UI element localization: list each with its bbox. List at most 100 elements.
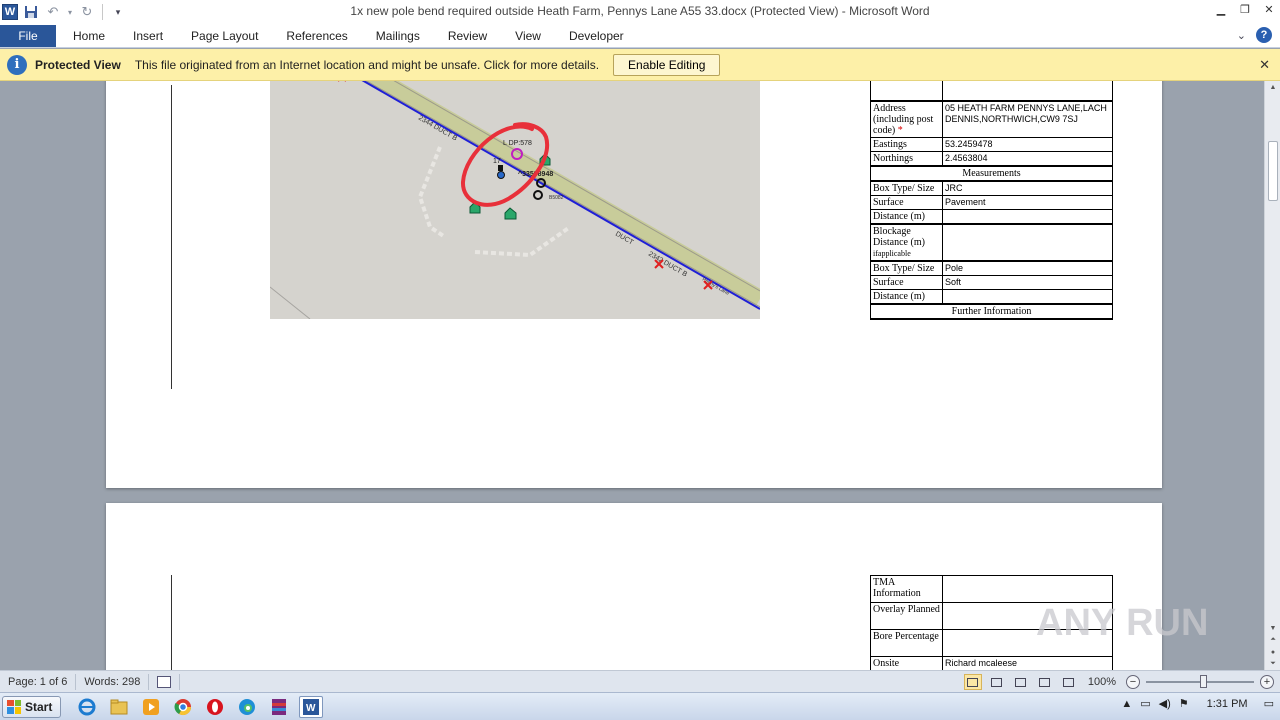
distance-value[interactable] — [942, 288, 1113, 304]
winrar-icon[interactable] — [267, 696, 291, 718]
minimize-ribbon-icon[interactable]: ⌄ — [1237, 29, 1246, 42]
document-page-1[interactable]: 2344 DUCT B DUCT 2342 DUCT B Penny's Lan… — [106, 81, 1162, 488]
tab-page-layout[interactable]: Page Layout — [177, 25, 272, 47]
word-logo-icon[interactable]: W — [2, 4, 18, 20]
distance-value[interactable] — [942, 208, 1113, 224]
document-page-2[interactable]: TMA Information Overlay Planned Bore Per… — [106, 503, 1162, 670]
box-type-value[interactable]: JRC — [942, 179, 1113, 196]
blockage-sub-label: ifapplicable — [873, 248, 911, 258]
tab-home[interactable]: Home — [59, 25, 119, 47]
protected-view-message[interactable]: This file originated from an Internet lo… — [135, 58, 599, 72]
surface-label: Surface — [870, 274, 943, 290]
save-icon[interactable] — [22, 3, 40, 21]
box-type-value[interactable]: Pole — [942, 259, 1113, 276]
required-marker: * — [897, 124, 903, 136]
zoom-slider-knob[interactable] — [1200, 675, 1207, 688]
page-count[interactable]: Page: 1 of 6 — [0, 673, 77, 690]
taskbar-pinned-apps: W — [75, 695, 324, 718]
surface-value[interactable]: Pavement — [942, 194, 1113, 210]
blockage-label-text: Blockage Distance (m) — [873, 225, 925, 248]
quick-access-toolbar: W ↶ ▾ ↻ ▾ — [0, 0, 127, 24]
tab-review[interactable]: Review — [434, 25, 501, 47]
edge-icon[interactable] — [235, 696, 259, 718]
zoom-in-icon[interactable]: + — [1260, 675, 1274, 689]
vertical-scrollbar[interactable]: ▲ ▼ ⏶ ● ⏷ — [1264, 81, 1280, 670]
undo-dropdown-icon[interactable]: ▾ — [66, 3, 74, 21]
volume-icon[interactable]: ◀) — [1159, 697, 1171, 710]
bore-value[interactable] — [942, 629, 1113, 657]
restore-icon[interactable]: ❐ — [1238, 2, 1252, 16]
ribbon-tab-bar: File Home Insert Page Layout References … — [0, 24, 1280, 48]
scrollbar-thumb[interactable] — [1268, 141, 1278, 201]
tma-label: TMA Information — [870, 575, 943, 603]
show-hidden-icons-icon[interactable]: ▲ — [1121, 698, 1132, 710]
proofing-status[interactable] — [149, 673, 181, 690]
previous-page-icon[interactable]: ⏶ — [1265, 634, 1280, 646]
web-layout-view-icon[interactable] — [1012, 674, 1030, 690]
draft-view-icon[interactable] — [1060, 674, 1078, 690]
tma-value[interactable] — [942, 575, 1113, 603]
start-label: Start — [25, 699, 53, 714]
file-explorer-icon[interactable] — [107, 696, 131, 718]
distance-label: Distance (m) — [870, 288, 943, 304]
next-page-icon[interactable]: ⏷ — [1265, 658, 1280, 670]
chrome-icon[interactable] — [171, 696, 195, 718]
clock[interactable]: 1:31 PM — [1207, 698, 1248, 710]
tab-developer[interactable]: Developer — [555, 25, 638, 47]
action-center-flag-icon[interactable]: ⚑ — [1179, 697, 1189, 710]
windows-logo-icon — [7, 699, 21, 714]
tab-references[interactable]: References — [272, 25, 361, 47]
address-value[interactable]: 05 HEATH FARM PENNYS LANE,LACH DENNIS,NO… — [942, 99, 1113, 138]
tab-mailings[interactable]: Mailings — [362, 25, 434, 47]
map-label-pole-number: 17 — [493, 158, 501, 165]
proofing-icon — [157, 675, 172, 688]
overlay-label: Overlay Planned — [870, 602, 943, 630]
scroll-up-icon[interactable]: ▲ — [1265, 81, 1280, 93]
close-message-bar-icon[interactable]: ✕ — [1259, 57, 1270, 73]
customize-qat-icon[interactable]: ▾ — [109, 3, 127, 21]
surface-value[interactable]: Soft — [942, 274, 1113, 290]
scroll-down-icon[interactable]: ▼ — [1265, 622, 1280, 634]
start-button[interactable]: Start — [2, 695, 62, 718]
eastings-label: Eastings — [870, 136, 943, 152]
margin-line — [171, 575, 172, 670]
further-information-header: Further Information — [870, 302, 1113, 320]
enable-editing-button[interactable]: Enable Editing — [613, 53, 721, 76]
table-cell[interactable] — [870, 81, 943, 101]
media-player-icon[interactable] — [139, 696, 163, 718]
browse-object-icon[interactable]: ● — [1265, 646, 1280, 658]
blockage-value[interactable] — [942, 222, 1113, 261]
tab-view[interactable]: View — [501, 25, 555, 47]
word-taskbar-icon[interactable]: W — [299, 695, 324, 718]
help-icon[interactable]: ? — [1256, 27, 1272, 43]
address-label: Address (including post code) * — [870, 99, 943, 138]
tab-insert[interactable]: Insert — [119, 25, 177, 47]
svg-text:W: W — [306, 703, 316, 714]
tab-file[interactable]: File — [0, 25, 56, 47]
print-layout-view-icon[interactable] — [963, 674, 982, 690]
zoom-out-icon[interactable]: − — [1126, 675, 1140, 689]
onsite-label: Onsite — [870, 656, 943, 670]
internet-explorer-icon[interactable] — [75, 696, 99, 718]
map-label-dp: L DP:578 — [503, 140, 532, 147]
table-cell[interactable] — [942, 81, 1113, 101]
redo-icon[interactable]: ↻ — [78, 3, 96, 21]
undo-icon[interactable]: ↶ — [44, 3, 62, 21]
network-icon[interactable]: ▭ — [1140, 697, 1150, 710]
ribbon-right-controls: ⌄ ? — [1237, 27, 1272, 43]
overlay-value[interactable] — [942, 602, 1113, 630]
northings-value[interactable]: 2.4563804 — [942, 150, 1113, 166]
minimize-icon[interactable]: ▁ — [1214, 2, 1228, 16]
close-icon[interactable]: ✕ — [1262, 2, 1276, 16]
outline-view-icon[interactable] — [1036, 674, 1054, 690]
show-desktop-icon[interactable]: ▭ — [1264, 697, 1274, 710]
opera-icon[interactable] — [203, 696, 227, 718]
full-screen-reading-view-icon[interactable] — [988, 674, 1006, 690]
info-icon: i — [7, 54, 27, 75]
document-area[interactable]: 2344 DUCT B DUCT 2342 DUCT B Penny's Lan… — [0, 81, 1264, 670]
word-count[interactable]: Words: 298 — [76, 673, 150, 690]
onsite-value[interactable]: Richard mcaleese — [942, 656, 1113, 670]
eastings-value[interactable]: 53.2459478 — [942, 136, 1113, 152]
zoom-level[interactable]: 100% — [1088, 676, 1116, 688]
zoom-slider[interactable] — [1146, 675, 1254, 688]
